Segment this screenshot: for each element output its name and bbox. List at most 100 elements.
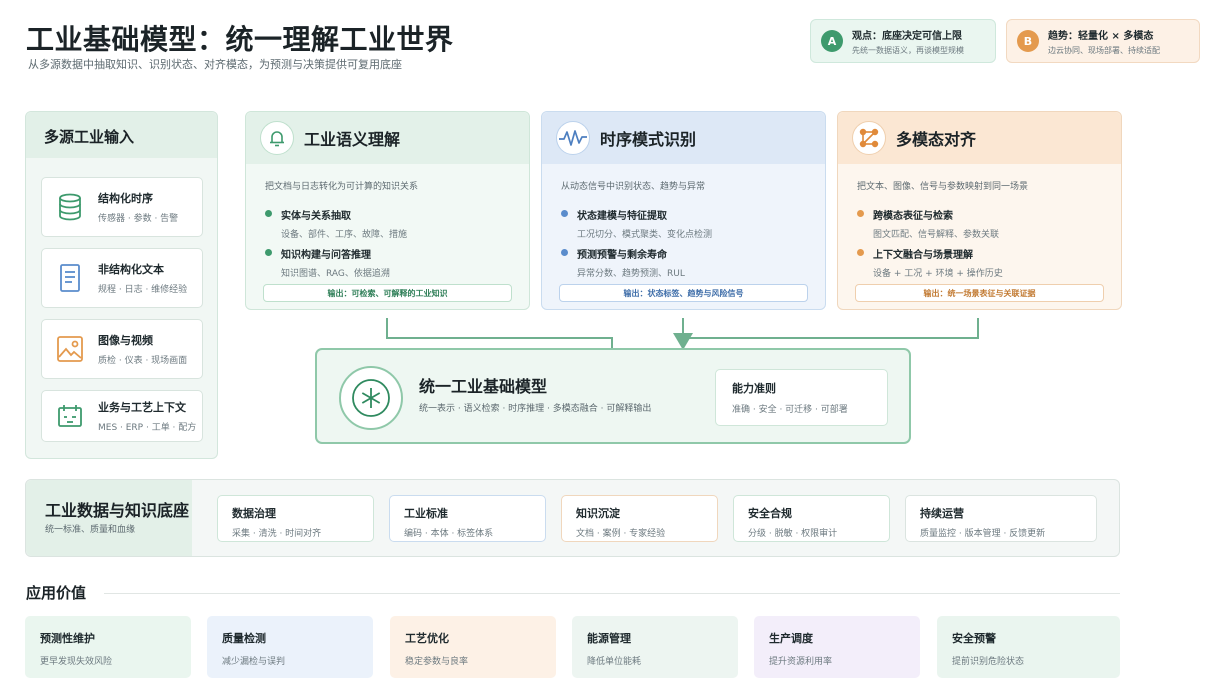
capability-item: 状态建模与特征提取 工况切分、模式聚类、变化点检测 [561,207,712,240]
capability-semantic: 工业语义理解 把文档与日志转化为可计算的知识关系 实体与关系抽取 设备、部件、工… [245,111,530,310]
chip-badge-b: B [1017,30,1039,52]
input-card-title: 图像与视频 [98,334,153,347]
foundation-card-title: 持续运营 [920,507,964,520]
capability-item-subtitle: 设备 + 工况 + 环境 + 操作历史 [873,269,1003,279]
capability-item: 跨模态表征与检索 图文匹配、信号解释、参数关联 [857,207,999,240]
capability-item-title: 状态建模与特征提取 [577,211,667,222]
input-card-title: 非结构化文本 [98,263,164,276]
bell-icon [260,121,294,155]
application-card: 质量检测 减少漏检与误判 [207,616,373,678]
capability-item-subtitle: 知识图谱、RAG、依据追溯 [281,269,390,279]
viewpoint-chip: A 观点：底座决定可信上限 先统一数据语义，再谈模型规模 [810,19,996,63]
chip-badge-a: A [821,30,843,52]
capability-timeseries: 时序模式识别 从动态信号中识别状态、趋势与异常 状态建模与特征提取 工况切分、模… [541,111,826,310]
application-subtitle: 稳定参数与良率 [405,657,469,667]
foundation-card-title: 安全合规 [748,507,792,520]
applications-title: 应用价值 [26,584,87,602]
foundation-subtitle: 统一标准、质量和血缘 [45,525,136,535]
foundation-card-title: 工业标准 [404,507,448,520]
capability-item: 实体与关系抽取 设备、部件、工序、故障、措施 [265,207,407,240]
foundation-card: 工业标准 编码 · 本体 · 标签体系 [389,495,546,542]
input-card-structured: 结构化时序 传感器 · 参数 · 告警 [41,177,203,237]
application-title: 安全预警 [952,632,996,645]
chip-title: 趋势：轻量化 × 多模态 [1048,30,1154,42]
capability-multimodal: 多模态对齐 把文本、图像、信号与参数映射到同一场景 跨模态表征与检索 图文匹配、… [837,111,1122,310]
input-card-context: 业务与工艺上下文 MES · ERP · 工单 · 配方 [41,390,203,442]
capability-output: 输出：可检索、可解释的工业知识 [263,284,512,302]
foundation-card-title: 知识沉淀 [576,507,620,520]
criteria-card: 能力准则 准确 · 安全 · 可迁移 · 可部署 [715,369,888,426]
foundation-card: 数据治理 采集 · 清洗 · 时间对齐 [217,495,374,542]
foundation-card-subtitle: 分级 · 脱敏 · 权限审计 [748,529,838,539]
calendar-icon [56,402,84,430]
input-card-subtitle: 质检 · 仪表 · 现场画面 [98,356,188,366]
page-subtitle: 从多源数据中抽取知识、识别状态、对齐模态，为预测与决策提供可复用底座 [28,58,402,71]
input-card-image: 图像与视频 质检 · 仪表 · 现场画面 [41,319,203,379]
application-title: 生产调度 [769,632,813,645]
inputs-title: 多源工业输入 [26,112,217,158]
capability-item-title: 知识构建与问答推理 [281,250,371,261]
input-card-text: 非结构化文本 规程 · 日志 · 维修经验 [41,248,203,308]
foundation-card-subtitle: 编码 · 本体 · 标签体系 [404,529,494,539]
application-subtitle: 提升资源利用率 [769,657,833,667]
divider [104,593,1120,594]
criteria-title: 能力准则 [732,382,776,395]
application-subtitle: 更早发现失效风险 [40,657,113,667]
chip-subtitle: 先统一数据语义，再谈模型规模 [852,45,964,55]
application-title: 预测性维护 [40,632,95,645]
application-card: 生产调度 提升资源利用率 [754,616,920,678]
database-icon [56,193,84,221]
capability-output: 输出：状态标签、趋势与风险信号 [559,284,808,302]
capability-title: 工业语义理解 [304,130,401,149]
application-card: 安全预警 提前识别危险状态 [937,616,1120,678]
image-icon [56,335,84,363]
connector-left [386,318,613,348]
capability-item: 预测预警与剩余寿命 异常分数、趋势预测、RUL [561,246,685,279]
foundation-card: 知识沉淀 文档 · 案例 · 专家经验 [561,495,718,542]
capability-item-title: 预测预警与剩余寿命 [577,250,667,261]
input-card-title: 业务与工艺上下文 [98,401,186,414]
application-card: 工艺优化 稳定参数与良率 [390,616,556,678]
capability-item-subtitle: 设备、部件、工序、故障、措施 [281,230,408,240]
application-title: 质量检测 [222,632,266,645]
application-card: 能源管理 降低单位能耗 [572,616,738,678]
application-subtitle: 减少漏检与误判 [222,657,286,667]
foundation-card-subtitle: 文档 · 案例 · 专家经验 [576,529,666,539]
capability-item: 知识构建与问答推理 知识图谱、RAG、依据追溯 [265,246,390,279]
asterisk-icon [339,366,403,430]
foundation-card-subtitle: 采集 · 清洗 · 时间对齐 [232,529,322,539]
waveform-icon [556,121,590,155]
foundation-card-subtitle: 质量监控 · 版本管理 · 反馈更新 [920,529,1046,539]
core-title: 统一工业基础模型 [419,377,548,396]
capability-item-subtitle: 工况切分、模式聚类、变化点检测 [577,230,713,240]
capability-output: 输出：统一场景表征与关联证据 [855,284,1104,302]
chip-title: 观点：底座决定可信上限 [852,30,962,42]
application-title: 工艺优化 [405,632,449,645]
capability-item: 上下文融合与场景理解 设备 + 工况 + 环境 + 操作历史 [857,246,1003,279]
foundation-card: 持续运营 质量监控 · 版本管理 · 反馈更新 [905,495,1097,542]
input-card-subtitle: MES · ERP · 工单 · 配方 [98,423,197,433]
trend-chip: B 趋势：轻量化 × 多模态 边云协同、现场部署、持续适配 [1006,19,1200,63]
foundation-card-title: 数据治理 [232,507,276,520]
capability-description: 把文本、图像、信号与参数映射到同一场景 [857,182,1029,192]
input-card-subtitle: 规程 · 日志 · 维修经验 [98,285,188,295]
connector-right [683,318,979,339]
capability-item-title: 上下文融合与场景理解 [873,250,973,261]
capability-item-title: 跨模态表征与检索 [873,211,953,222]
chip-subtitle: 边云协同、现场部署、持续适配 [1048,45,1160,55]
application-title: 能源管理 [587,632,631,645]
page-title: 工业基础模型：统一理解工业世界 [26,23,454,56]
input-card-subtitle: 传感器 · 参数 · 告警 [98,214,179,224]
foundation-strip: 工业数据与知识底座 统一标准、质量和血缘 数据治理 采集 · 清洗 · 时间对齐… [25,479,1120,557]
input-card-title: 结构化时序 [98,192,153,205]
application-subtitle: 提前识别危险状态 [952,657,1025,667]
application-subtitle: 降低单位能耗 [587,657,642,667]
capability-item-subtitle: 图文匹配、信号解释、参数关联 [873,230,1000,240]
network-icon [852,121,886,155]
core-model: 统一工业基础模型 统一表示 · 语义检索 · 时序推理 · 多模态融合 · 可解… [315,348,911,444]
capability-description: 把文档与日志转化为可计算的知识关系 [265,182,419,192]
foundation-card: 安全合规 分级 · 脱敏 · 权限审计 [733,495,890,542]
capability-title: 时序模式识别 [600,130,697,149]
criteria-subtitle: 准确 · 安全 · 可迁移 · 可部署 [732,405,848,415]
capability-item-title: 实体与关系抽取 [281,211,351,222]
